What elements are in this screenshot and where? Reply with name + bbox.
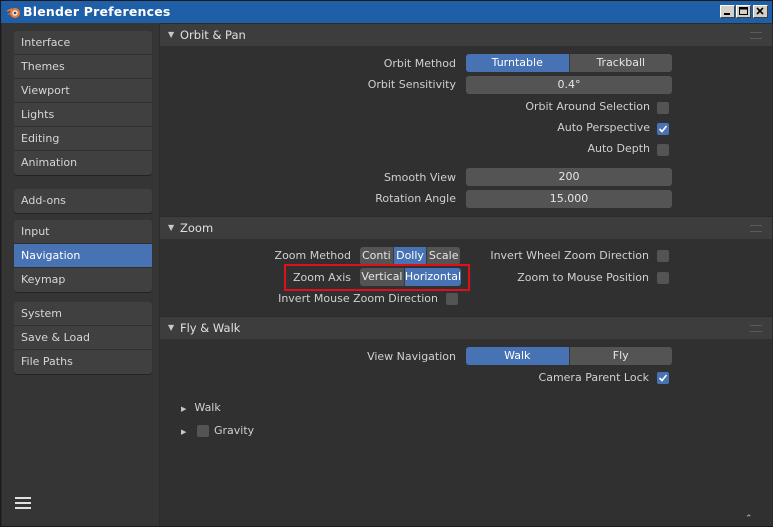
auto-depth-checkbox[interactable] [657, 144, 669, 156]
drag-grip-icon[interactable] [750, 325, 762, 332]
invert-mouse-zoom-checkbox[interactable] [446, 293, 458, 305]
sidebar-item-interface[interactable]: Interface [14, 31, 152, 55]
checkmark-icon [658, 125, 668, 133]
close-icon [756, 7, 764, 15]
sidebar-item-system[interactable]: System [14, 302, 152, 326]
sidebar-item-editing[interactable]: Editing [14, 127, 152, 151]
drag-grip-icon[interactable] [750, 32, 762, 39]
maximize-icon [739, 7, 748, 15]
panel-title-fly-walk: Fly & Walk [180, 321, 241, 335]
collapse-triangle-icon: ▼ [168, 223, 175, 232]
preferences-window: Blender Preferences Interface Themes Vie… [0, 0, 773, 527]
walk-subpanel-header[interactable]: ▶ Walk [181, 401, 221, 414]
orbit-method-trackball-option[interactable]: Trackball [569, 54, 672, 72]
panel-header-orbit-pan[interactable]: ▼ Orbit & Pan [160, 24, 772, 46]
collapse-triangle-icon: ▼ [168, 323, 175, 332]
zoom-method-scale-option[interactable]: Scale [427, 247, 460, 265]
minimize-button[interactable] [720, 5, 735, 18]
close-button[interactable] [753, 5, 768, 18]
smooth-view-label: Smooth View [383, 171, 456, 184]
panel-body-orbit-pan: Orbit Method Turntable Trackball Orbit S… [160, 46, 772, 216]
sidebar-item-navigation[interactable]: Navigation [14, 244, 152, 268]
orbit-method-selector: Turntable Trackball [466, 54, 672, 72]
smooth-view-field[interactable]: 200 [466, 168, 672, 186]
invert-mouse-zoom-label: Invert Mouse Zoom Direction [278, 292, 438, 305]
view-navigation-selector: Walk Fly [466, 347, 672, 365]
gravity-subpanel-label: Gravity [214, 424, 255, 437]
panel-title-orbit-pan: Orbit & Pan [180, 28, 246, 42]
sidebar-item-file-paths[interactable]: File Paths [14, 350, 152, 374]
auto-perspective-checkbox[interactable] [657, 123, 669, 135]
sidebar-item-lights[interactable]: Lights [14, 103, 152, 127]
expand-triangle-icon: ▶ [181, 405, 187, 413]
sidebar-item-save-load[interactable]: Save & Load [14, 326, 152, 350]
expand-triangle-icon: ▶ [181, 428, 187, 436]
orbit-around-selection-label: Orbit Around Selection [525, 100, 650, 113]
window-title: Blender Preferences [23, 4, 171, 19]
checkmark-icon [658, 374, 668, 382]
sidebar-item-animation[interactable]: Animation [14, 151, 152, 175]
invert-wheel-zoom-checkbox[interactable] [657, 250, 669, 262]
auto-depth-label: Auto Depth [587, 142, 650, 155]
blender-logo-icon [6, 8, 20, 18]
sidebar-item-keymap[interactable]: Keymap [14, 268, 152, 292]
zoom-to-mouse-checkbox[interactable] [657, 272, 669, 284]
zoom-to-mouse-label: Zoom to Mouse Position [517, 271, 649, 284]
orbit-method-turntable-option[interactable]: Turntable [466, 54, 570, 72]
zoom-method-dolly-option[interactable]: Dolly [393, 247, 428, 265]
panel-header-zoom[interactable]: ▼ Zoom [160, 217, 772, 239]
orbit-around-selection-checkbox[interactable] [657, 102, 669, 114]
camera-parent-lock-label: Camera Parent Lock [538, 371, 649, 384]
sidebar-group-display: Interface Themes Viewport Lights Editing… [14, 31, 152, 175]
sidebar-group-system: System Save & Load File Paths [14, 302, 152, 374]
sidebar-item-themes[interactable]: Themes [14, 55, 152, 79]
main-content: ▼ Orbit & Pan Orbit Method Turntable Tra… [159, 23, 773, 526]
gravity-checkbox[interactable] [197, 425, 209, 437]
panel-header-fly-walk[interactable]: ▼ Fly & Walk [160, 317, 772, 339]
panel-body-zoom: Zoom Method Conti Dolly Scale Zoom Axis … [160, 239, 772, 316]
view-navigation-walk-option[interactable]: Walk [466, 347, 570, 365]
invert-wheel-zoom-label: Invert Wheel Zoom Direction [490, 249, 649, 262]
camera-parent-lock-checkbox[interactable] [657, 372, 669, 384]
zoom-method-selector: Conti Dolly Scale [360, 247, 460, 265]
gravity-subpanel-header[interactable]: ▶ [181, 424, 194, 437]
sidebar-item-input[interactable]: Input [14, 220, 152, 244]
highlight-box [284, 264, 470, 291]
panel-title-zoom: Zoom [180, 221, 214, 235]
auto-perspective-label: Auto Perspective [557, 121, 650, 134]
orbit-method-label: Orbit Method [383, 57, 456, 70]
zoom-method-continue-option[interactable]: Conti [360, 247, 394, 265]
view-navigation-fly-option[interactable]: Fly [569, 347, 672, 365]
walk-subpanel-label: Walk [194, 401, 221, 414]
orbit-sensitivity-label: Orbit Sensitivity [367, 78, 456, 91]
zoom-method-label: Zoom Method [274, 249, 351, 262]
panel-body-fly-walk: View Navigation Walk Fly Camera Parent L… [160, 339, 772, 526]
drag-grip-icon[interactable] [750, 225, 762, 232]
sidebar-group-addons: Add-ons [14, 189, 152, 213]
title-bar: Blender Preferences [1, 1, 772, 23]
view-navigation-label: View Navigation [367, 350, 456, 363]
sidebar-item-viewport[interactable]: Viewport [14, 79, 152, 103]
maximize-button[interactable] [736, 5, 751, 18]
rotation-angle-label: Rotation Angle [375, 192, 456, 205]
hamburger-icon[interactable] [15, 497, 31, 511]
scroll-up-icon[interactable]: ⌃ [745, 514, 753, 524]
rotation-angle-field[interactable]: 15.000 [466, 190, 672, 208]
sidebar-item-addons[interactable]: Add-ons [14, 189, 152, 213]
sidebar: Interface Themes Viewport Lights Editing… [2, 23, 159, 526]
orbit-sensitivity-field[interactable]: 0.4° [466, 76, 672, 94]
collapse-triangle-icon: ▼ [168, 30, 175, 39]
minimize-icon [724, 13, 730, 15]
sidebar-group-input: Input Navigation Keymap [14, 220, 152, 292]
